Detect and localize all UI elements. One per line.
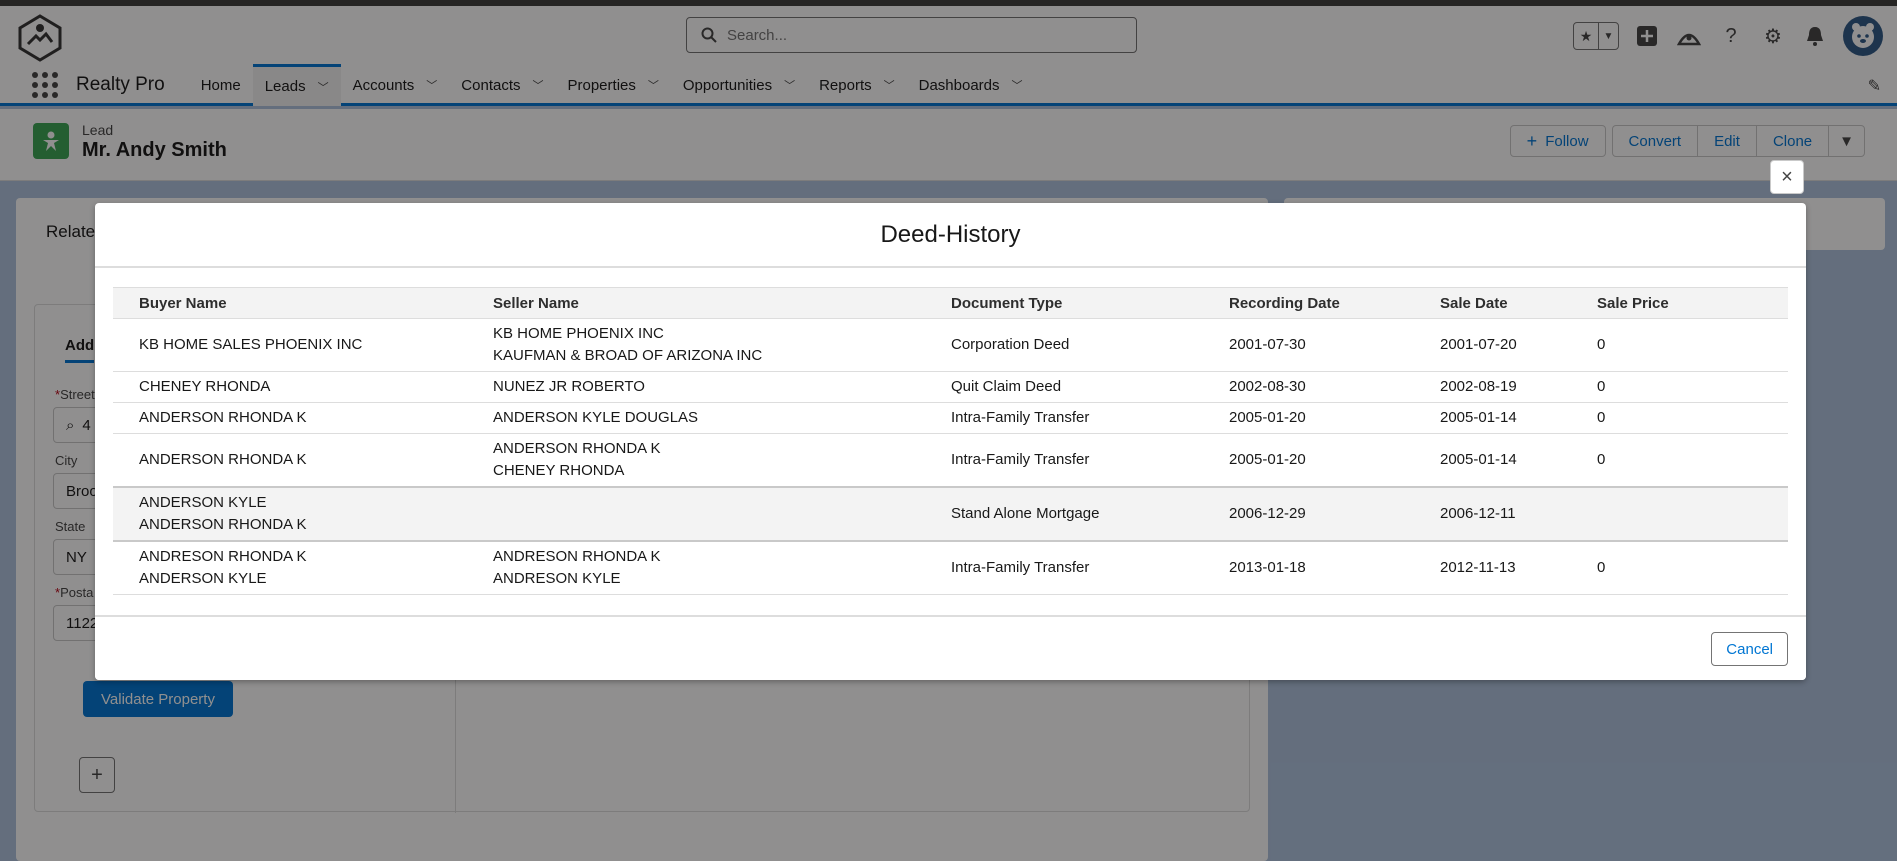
- recording-date-cell: 2013-01-18: [1229, 541, 1440, 595]
- col-document-type: Document Type: [951, 287, 1229, 319]
- seller-cell: NUNEZ JR ROBERTO: [493, 371, 951, 403]
- sale-price-cell: 0: [1597, 371, 1788, 403]
- seller-cell: ANDERSON RHONDA K CHENEY RHONDA: [493, 433, 951, 488]
- buyer-cell: ANDERSON RHONDA K: [113, 402, 493, 434]
- seller-cell: ANDERSON KYLE DOUGLAS: [493, 402, 951, 434]
- buyer-cell: CHENEY RHONDA: [113, 371, 493, 403]
- sale-date-cell: 2001-07-20: [1440, 318, 1597, 372]
- buyer-cell: KB HOME SALES PHOENIX INC: [113, 318, 493, 372]
- cancel-button[interactable]: Cancel: [1711, 632, 1788, 666]
- deed-history-table: Buyer Name Seller Name Document Type Rec…: [113, 287, 1788, 595]
- sale-price-cell: 0: [1597, 318, 1788, 372]
- seller-cell: ANDRESON RHONDA K ANDRESON KYLE: [493, 541, 951, 595]
- seller-cell: [493, 486, 951, 542]
- recording-date-cell: 2002-08-30: [1229, 371, 1440, 403]
- sale-date-cell: 2006-12-11: [1440, 486, 1597, 542]
- doc-type-cell: Stand Alone Mortgage: [951, 486, 1229, 542]
- buyer-cell: ANDRESON RHONDA K ANDERSON KYLE: [113, 541, 493, 595]
- col-recording-date: Recording Date: [1229, 287, 1440, 319]
- sale-price-cell: 0: [1597, 541, 1788, 595]
- close-icon: ×: [1781, 165, 1793, 188]
- table-row: ANDRESON RHONDA K ANDERSON KYLE ANDRESON …: [113, 541, 1788, 595]
- sale-date-cell: 2012-11-13: [1440, 541, 1597, 595]
- sale-price-cell: [1597, 486, 1788, 542]
- table-header-row: Buyer Name Seller Name Document Type Rec…: [113, 287, 1788, 319]
- sale-price-cell: 0: [1597, 433, 1788, 488]
- doc-type-cell: Intra-Family Transfer: [951, 433, 1229, 488]
- table-row: KB HOME SALES PHOENIX INC KB HOME PHOENI…: [113, 318, 1788, 372]
- recording-date-cell: 2001-07-30: [1229, 318, 1440, 372]
- sale-date-cell: 2002-08-19: [1440, 371, 1597, 403]
- buyer-cell: ANDERSON KYLE ANDERSON RHONDA K: [113, 486, 493, 542]
- seller-cell: KB HOME PHOENIX INC KAUFMAN & BROAD OF AR…: [493, 318, 951, 372]
- sale-date-cell: 2005-01-14: [1440, 402, 1597, 434]
- recording-date-cell: 2005-01-20: [1229, 402, 1440, 434]
- col-seller-name: Seller Name: [493, 287, 951, 319]
- doc-type-cell: Intra-Family Transfer: [951, 402, 1229, 434]
- recording-date-cell: 2005-01-20: [1229, 433, 1440, 488]
- modal-footer: Cancel: [95, 615, 1806, 680]
- col-sale-date: Sale Date: [1440, 287, 1597, 319]
- recording-date-cell: 2006-12-29: [1229, 486, 1440, 542]
- table-row: ANDERSON RHONDA K ANDERSON RHONDA K CHENE…: [113, 433, 1788, 488]
- table-row: ANDERSON RHONDA K ANDERSON KYLE DOUGLAS …: [113, 402, 1788, 434]
- sale-date-cell: 2005-01-14: [1440, 433, 1597, 488]
- sale-price-cell: 0: [1597, 402, 1788, 434]
- doc-type-cell: Quit Claim Deed: [951, 371, 1229, 403]
- doc-type-cell: Intra-Family Transfer: [951, 541, 1229, 595]
- table-row: ANDERSON KYLE ANDERSON RHONDA K Stand Alo…: [113, 486, 1788, 542]
- modal-title: Deed-History: [95, 203, 1806, 268]
- deed-history-modal: Deed-History Buyer Name Seller Name Docu…: [95, 203, 1806, 680]
- doc-type-cell: Corporation Deed: [951, 318, 1229, 372]
- table-row: CHENEY RHONDA NUNEZ JR ROBERTO Quit Clai…: [113, 371, 1788, 403]
- modal-body: Buyer Name Seller Name Document Type Rec…: [113, 287, 1788, 595]
- col-buyer-name: Buyer Name: [113, 287, 493, 319]
- col-sale-price: Sale Price: [1597, 287, 1788, 319]
- close-modal-button[interactable]: ×: [1770, 160, 1804, 194]
- buyer-cell: ANDERSON RHONDA K: [113, 433, 493, 488]
